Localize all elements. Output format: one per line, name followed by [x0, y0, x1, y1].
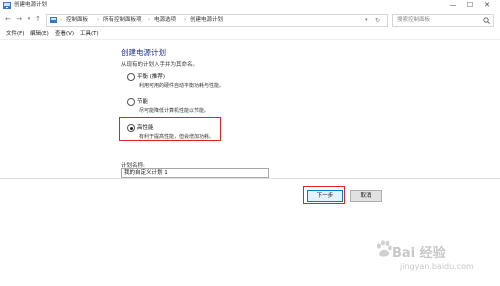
plan-name-input[interactable]: 我的自定义计划 1 — [121, 168, 269, 178]
radio-high-performance[interactable] — [127, 124, 135, 132]
main-content: 创建电源计划 从现有的计划入手并为其命名。 平衡 (推荐) 利用可用的硬件自动平… — [0, 40, 500, 271]
baidu-watermark: Bai 经验 jingyan.baidu.com — [370, 232, 498, 286]
control-panel-icon — [3, 2, 11, 9]
back-arrow-icon[interactable]: ← — [3, 14, 13, 25]
breadcrumb-control-panel[interactable]: 控制面板 — [66, 16, 88, 25]
page-title: 创建电源计划 — [121, 48, 166, 57]
chevron-right-icon: › — [184, 17, 186, 23]
chevron-down-icon[interactable]: ▾ — [365, 16, 368, 25]
control-panel-icon — [50, 17, 57, 23]
chevron-right-icon: › — [97, 17, 99, 23]
option-high-performance-label: 高性能 — [137, 125, 154, 131]
address-row: ← → ▾ ↑ › 控制面板 › 所有控制面板项 › 电源选项 › 创建电源计划… — [0, 12, 500, 28]
radio-balanced[interactable] — [127, 73, 135, 81]
title-bar: 创建电源计划 — ☐ ✕ — [0, 0, 500, 12]
window: 创建电源计划 — ☐ ✕ ← → ▾ ↑ › 控制面板 › 所有控制面板项 › … — [0, 0, 500, 271]
page-subtitle: 从现有的计划入手并为其命名。 — [121, 62, 199, 68]
refresh-icon[interactable]: ↻ — [375, 16, 380, 25]
forward-arrow-icon[interactable]: → — [14, 14, 24, 25]
search-placeholder: 搜索控制面板 — [397, 17, 431, 23]
breadcrumb-power-options[interactable]: 电源选项 — [154, 16, 176, 25]
option-power-saver-desc: 尽可能降低计算机性能以节能。 — [139, 108, 210, 114]
option-balanced-desc: 利用可用的硬件自动平衡功耗与性能。 — [139, 83, 225, 89]
address-bar[interactable]: › 控制面板 › 所有控制面板项 › 电源选项 › 创建电源计划 ▾ ↻ — [46, 14, 388, 27]
watermark-brand: Bai 经验 — [392, 246, 446, 261]
menu-file[interactable]: 文件(F) — [6, 29, 24, 39]
up-arrow-icon[interactable]: ↑ — [33, 14, 43, 25]
option-balanced-label: 平衡 (推荐) — [137, 74, 166, 80]
option-high-performance-desc: 有利于提高性能，但会增加功耗。 — [139, 134, 215, 140]
option-power-saver-label: 节能 — [137, 99, 149, 105]
breadcrumb-create-plan[interactable]: 创建电源计划 — [190, 16, 223, 25]
divider — [0, 178, 500, 179]
chevron-right-icon: › — [60, 17, 62, 23]
menu-bar: 文件(F) 编辑(E) 查看(V) 工具(T) — [0, 29, 500, 40]
paw-logo-icon — [377, 240, 392, 257]
minimize-button[interactable]: — — [445, 0, 461, 12]
watermark-url: jingyan.baidu.com — [400, 262, 474, 271]
breadcrumb-all-items[interactable]: 所有控制面板项 — [103, 16, 142, 25]
menu-tools[interactable]: 工具(T) — [80, 29, 99, 39]
chevron-right-icon: › — [148, 17, 150, 23]
maximize-button[interactable]: ☐ — [462, 0, 478, 12]
radio-power-saver[interactable] — [127, 98, 135, 106]
menu-edit[interactable]: 编辑(E) — [30, 29, 49, 39]
search-icon — [483, 17, 490, 24]
search-box[interactable]: 搜索控制面板 — [392, 14, 494, 27]
cancel-button[interactable]: 取消 — [350, 190, 382, 202]
next-button[interactable]: 下一步 — [307, 190, 343, 202]
close-button[interactable]: ✕ — [479, 0, 495, 12]
window-title: 创建电源计划 — [14, 2, 48, 8]
menu-view[interactable]: 查看(V) — [55, 29, 74, 39]
